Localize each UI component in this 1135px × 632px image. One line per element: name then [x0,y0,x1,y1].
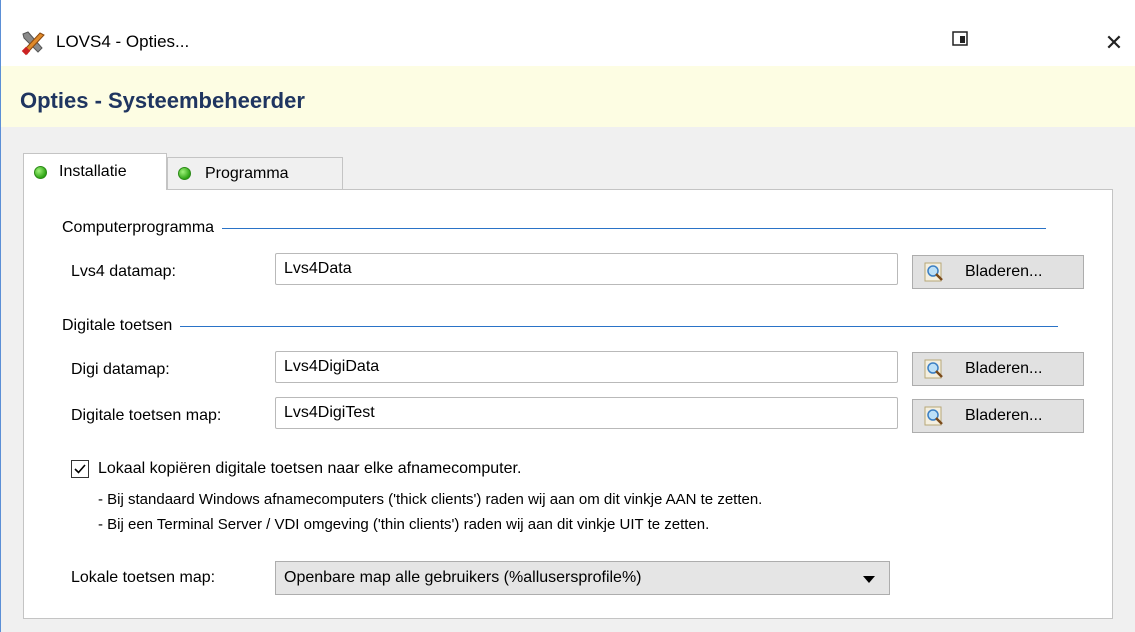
section-title: Computerprogramma [62,219,215,236]
lokaal-kopieren-checkbox[interactable] [71,460,89,478]
note-thick-clients: - Bij standaard Windows afnamecomputers … [98,491,763,508]
section-title: Digitale toetsen [62,317,173,334]
title-bar: LOVS4 - Opties... ✕ [1,0,1135,66]
browse-label: Bladeren... [965,407,1043,424]
chevron-down-icon [863,576,875,583]
tab-installatie[interactable]: Installatie [23,153,167,190]
lokale-toetsen-map-dropdown[interactable]: Openbare map alle gebruikers (%allusersp… [275,561,890,595]
status-green-icon [178,167,191,180]
magnifier-icon [924,359,943,379]
browse-label: Bladeren... [965,263,1043,280]
lokaal-kopieren-label: Lokaal kopiëren digitale toetsen naar el… [98,460,522,477]
lokale-toetsen-map-label: Lokale toetsen map: [71,569,216,586]
tab-installatie-label: Installatie [59,163,127,180]
options-window: LOVS4 - Opties... ✕ Opties - Systeembehe… [0,0,1135,632]
page-title: Opties - Systeembeheerder [20,88,305,113]
note-thin-clients: - Bij een Terminal Server / VDI omgeving… [98,516,710,533]
digi-datamap-input[interactable]: Lvs4DigiData [275,351,898,383]
close-button[interactable]: ✕ [1093,22,1135,64]
lvs4-datamap-label: Lvs4 datamap: [71,263,176,280]
tab-programma-label: Programma [205,164,289,182]
lvs4-datamap-input[interactable]: Lvs4Data [275,253,898,285]
snap-layout-icon[interactable] [951,30,971,48]
section-computerprogramma: Computerprogramma [62,219,1047,237]
browse-label: Bladeren... [965,360,1043,377]
window-title: LOVS4 - Opties... [56,32,190,51]
browse-lvs4-datamap-button[interactable]: Bladeren... [912,255,1084,289]
digitale-toetsen-map-input[interactable]: Lvs4DigiTest [275,397,898,429]
checkmark-icon [74,464,86,474]
browse-digitale-toetsen-map-button[interactable]: Bladeren... [912,399,1084,433]
browse-digi-datamap-button[interactable]: Bladeren... [912,352,1084,386]
section-divider [222,227,1047,229]
magnifier-icon [924,262,943,282]
tab-programma[interactable]: Programma [167,157,343,189]
magnifier-icon [924,406,943,426]
section-digitale-toetsen: Digitale toetsen [62,317,1059,335]
section-divider [180,325,1059,327]
digitale-toetsen-map-label: Digitale toetsen map: [71,407,222,424]
status-green-icon [34,165,47,179]
close-icon: ✕ [1104,30,1124,55]
dropdown-value: Openbare map alle gebruikers (%allusersp… [284,569,642,586]
tools-icon [21,31,45,56]
digi-datamap-label: Digi datamap: [71,361,170,378]
